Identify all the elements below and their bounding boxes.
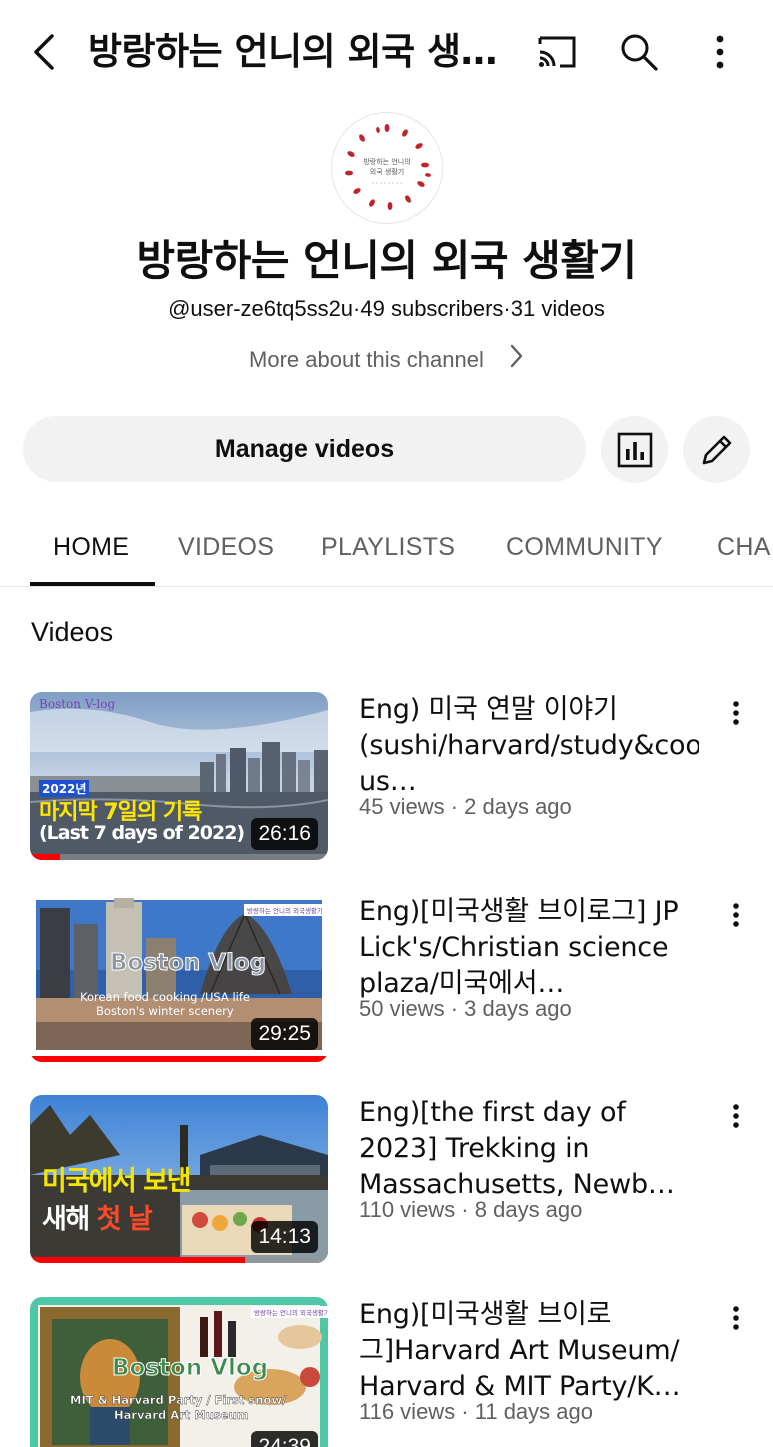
more-about-channel-link[interactable]: More about this channel bbox=[0, 342, 773, 380]
video-meta: 116 views · 11 days ago bbox=[359, 1399, 593, 1424]
thumbnail-subheadline: (Last 7 days of 2022) bbox=[39, 822, 245, 844]
edit-channel-button[interactable] bbox=[683, 416, 750, 483]
avatar-text-line2: 외국 생활기 bbox=[370, 167, 404, 176]
app-bar-title: 방랑하는 언니의 외국 생… bbox=[88, 30, 498, 73]
video-title[interactable]: Eng) 미국 연말 이야기 (sushi/harvard/study&cook… bbox=[359, 692, 699, 800]
search-icon[interactable] bbox=[616, 30, 662, 74]
thumbnail-tag: 방랑하는 언니의 외국생활기 bbox=[251, 1306, 328, 1318]
avatar-text-line1: 방랑하는 언니의 bbox=[363, 157, 410, 166]
back-arrow-icon[interactable] bbox=[24, 28, 68, 76]
video-thumbnail[interactable]: 방랑하는 언니의 외국생활기 Boston Vlog Korean food c… bbox=[30, 894, 328, 1062]
video-thumbnail[interactable]: Boston V-log 2022년 마지막 7일의 기록 (Last 7 da… bbox=[30, 692, 328, 860]
watch-progress-bar bbox=[30, 854, 328, 860]
thumbnail-subheadline: Korean food cooking /USA life bbox=[80, 990, 250, 1004]
active-tab-indicator bbox=[30, 582, 155, 586]
video-meta: 50 views · 3 days ago bbox=[359, 996, 572, 1021]
channel-tabs: HOME VIDEOS PLAYLISTS COMMUNITY CHA bbox=[0, 510, 773, 587]
thumbnail-subheadline-2: Harvard Art Museum bbox=[114, 1408, 249, 1422]
tab-home[interactable]: HOME bbox=[53, 510, 129, 586]
pencil-icon bbox=[702, 435, 732, 465]
channel-avatar[interactable]: 방랑하는 언니의 외국 생활기 bbox=[331, 112, 443, 224]
more-vertical-icon[interactable] bbox=[722, 1301, 750, 1341]
video-thumbnail[interactable]: 미국에서 보낸 새해 첫 날 14:13 bbox=[30, 1095, 328, 1263]
thumbnail-tag: Boston V-log bbox=[39, 697, 116, 711]
video-duration: 26:16 bbox=[251, 818, 318, 850]
thumbnail-tag: 방랑하는 언니의 외국생활기 bbox=[244, 904, 326, 916]
more-vertical-icon[interactable] bbox=[722, 696, 750, 736]
analytics-icon bbox=[617, 432, 653, 468]
video-item[interactable]: 미국에서 보낸 새해 첫 날 14:13 Eng)[the first day … bbox=[0, 1095, 773, 1265]
video-duration: 24:39 bbox=[251, 1431, 318, 1447]
thumbnail-subheadline-2: Boston's winter scenery bbox=[96, 1004, 234, 1018]
tab-community[interactable]: COMMUNITY bbox=[506, 510, 663, 586]
chevron-right-icon bbox=[508, 343, 524, 380]
video-thumbnail[interactable]: 방랑하는 언니의 외국생활기 Boston Vlog MIT & Harvard… bbox=[30, 1297, 328, 1447]
channel-meta: @user-ze6tq5ss2u·49 subscribers·31 video… bbox=[168, 296, 605, 321]
more-vertical-icon[interactable] bbox=[700, 30, 740, 74]
app-bar: 방랑하는 언니의 외국 생… bbox=[0, 0, 773, 104]
thumbnail-subheadline: MIT & Harvard Party / First snow/ bbox=[70, 1393, 287, 1407]
watch-progress-fill bbox=[30, 854, 60, 860]
channel-name: 방랑하는 언니의 외국 생활기 bbox=[136, 236, 637, 285]
video-meta: 110 views · 8 days ago bbox=[359, 1197, 583, 1222]
tab-channels[interactable]: CHA bbox=[717, 510, 771, 586]
cast-icon[interactable] bbox=[534, 30, 580, 74]
video-item[interactable]: 방랑하는 언니의 외국생활기 Boston Vlog Korean food c… bbox=[0, 894, 773, 1064]
more-vertical-icon[interactable] bbox=[722, 898, 750, 938]
video-item[interactable]: Boston V-log 2022년 마지막 7일의 기록 (Last 7 da… bbox=[0, 692, 773, 862]
video-duration: 14:13 bbox=[251, 1221, 318, 1253]
more-vertical-icon[interactable] bbox=[722, 1099, 750, 1139]
more-about-label: More about this channel bbox=[249, 347, 484, 372]
section-title: Videos bbox=[31, 617, 114, 647]
video-title[interactable]: Eng)[미국생활 브이로그]Harvard Art Museum/ Harva… bbox=[359, 1297, 699, 1405]
video-meta: 45 views · 2 days ago bbox=[359, 794, 572, 819]
video-item[interactable]: 방랑하는 언니의 외국생활기 Boston Vlog MIT & Harvard… bbox=[0, 1297, 773, 1447]
video-title[interactable]: Eng)[미국생활 브이로그] JP Lick's/Christian scie… bbox=[359, 894, 699, 1002]
thumbnail-word-first-day: 첫 날 bbox=[96, 1204, 153, 1235]
video-title[interactable]: Eng)[the first day of 2023] Trekking in … bbox=[359, 1095, 699, 1203]
thumbnail-headline: Boston Vlog bbox=[111, 1355, 269, 1382]
analytics-button[interactable] bbox=[601, 416, 668, 483]
watch-progress-bar bbox=[30, 1056, 328, 1062]
tab-videos[interactable]: VIDEOS bbox=[178, 510, 274, 586]
thumbnail-subheadline: 새해 첫 날 bbox=[42, 1197, 153, 1236]
watch-progress-fill bbox=[30, 1257, 245, 1263]
video-duration: 29:25 bbox=[251, 1018, 318, 1050]
tab-playlists[interactable]: PLAYLISTS bbox=[321, 510, 455, 586]
watch-progress-fill bbox=[30, 1056, 328, 1062]
thumbnail-headline: 미국에서 보낸 bbox=[42, 1166, 191, 1197]
thumbnail-headline: Boston Vlog bbox=[109, 950, 267, 977]
watch-progress-bar bbox=[30, 1257, 328, 1263]
manage-videos-button[interactable]: Manage videos bbox=[23, 416, 586, 482]
thumbnail-word-new-year: 새해 bbox=[42, 1204, 90, 1235]
